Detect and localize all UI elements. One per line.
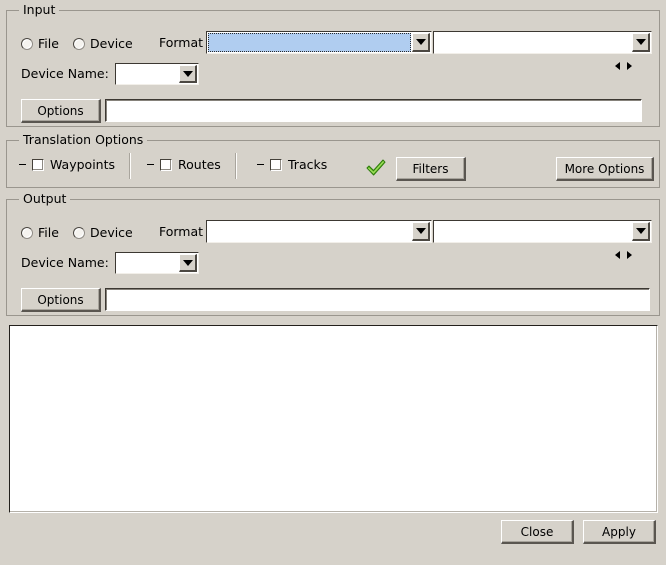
input-radio-file[interactable]: File <box>21 36 59 51</box>
dash-icon <box>147 164 154 165</box>
radio-circle-icon <box>73 38 85 50</box>
apply-button[interactable]: Apply <box>583 520 656 544</box>
input-device-name-combobox[interactable] <box>115 63 199 85</box>
chevron-down-icon[interactable] <box>412 33 430 52</box>
input-format-label: Format <box>159 36 203 50</box>
radio-circle-icon <box>21 38 33 50</box>
input-secondary-combobox[interactable] <box>433 31 652 54</box>
filters-button-label: Filters <box>413 163 449 175</box>
input-spinner[interactable] <box>615 62 632 70</box>
checkbox-routes[interactable]: Routes <box>147 157 221 172</box>
checkbox-tracks-label: Tracks <box>288 157 327 172</box>
output-device-name-combobox[interactable] <box>115 252 199 274</box>
input-format-combobox-value[interactable] <box>208 33 411 52</box>
checkbox-box-icon[interactable] <box>270 159 282 171</box>
triangle-right-icon[interactable] <box>627 251 632 259</box>
output-secondary-combobox-value[interactable] <box>434 221 632 242</box>
close-button-label: Close <box>521 526 554 538</box>
triangle-left-icon[interactable] <box>615 62 620 70</box>
output-radio-device[interactable]: Device <box>73 225 133 240</box>
checkbox-box-icon[interactable] <box>32 159 44 171</box>
output-format-combobox[interactable] <box>206 220 432 243</box>
output-options-button[interactable]: Options <box>21 288 101 312</box>
input-options-button[interactable]: Options <box>21 99 101 123</box>
output-secondary-combobox[interactable] <box>433 220 652 243</box>
input-radio-device-label: Device <box>90 36 133 51</box>
close-button[interactable]: Close <box>501 520 574 544</box>
output-group-title: Output <box>19 192 70 206</box>
translation-options-group: Translation Options Waypoints Routes Tra… <box>6 140 660 188</box>
radio-circle-icon <box>73 227 85 239</box>
more-options-button-label: More Options <box>565 163 645 175</box>
triangle-left-icon[interactable] <box>615 251 620 259</box>
radio-circle-icon <box>21 227 33 239</box>
checkbox-tracks[interactable]: Tracks <box>257 157 327 172</box>
checkbox-waypoints-label: Waypoints <box>50 157 115 172</box>
log-output-pane[interactable] <box>9 325 658 513</box>
separator <box>235 153 237 179</box>
output-device-name-value[interactable] <box>116 253 179 273</box>
input-group-title: Input <box>19 3 59 17</box>
output-format-label: Format <box>159 225 203 239</box>
log-output-text <box>10 326 657 334</box>
dash-icon <box>19 164 26 165</box>
apply-button-label: Apply <box>602 526 636 538</box>
output-options-entry[interactable] <box>105 288 650 311</box>
output-radio-file-label: File <box>38 225 59 240</box>
output-radio-file[interactable]: File <box>21 225 59 240</box>
green-check-icon <box>365 158 387 178</box>
chevron-down-icon[interactable] <box>632 33 650 52</box>
input-options-entry[interactable] <box>105 99 642 122</box>
more-options-button[interactable]: More Options <box>556 157 654 181</box>
chevron-down-icon[interactable] <box>179 65 197 83</box>
input-group: Input File Device Format Device Name: <box>6 10 660 127</box>
output-device-name-label: Device Name: <box>21 256 109 270</box>
input-radio-file-label: File <box>38 36 59 51</box>
input-device-name-label: Device Name: <box>21 67 109 81</box>
translation-options-group-title: Translation Options <box>19 133 147 147</box>
input-radio-device[interactable]: Device <box>73 36 133 51</box>
output-options-button-label: Options <box>37 294 83 306</box>
chevron-down-icon[interactable] <box>412 222 430 241</box>
dash-icon <box>257 164 264 165</box>
checkbox-box-icon[interactable] <box>160 159 172 171</box>
input-format-combobox[interactable] <box>206 31 432 54</box>
input-options-button-label: Options <box>37 105 83 117</box>
checkbox-routes-label: Routes <box>178 157 221 172</box>
output-radio-device-label: Device <box>90 225 133 240</box>
input-device-name-value[interactable] <box>116 64 179 84</box>
checkbox-waypoints[interactable]: Waypoints <box>19 157 115 172</box>
input-secondary-combobox-value[interactable] <box>434 32 632 53</box>
chevron-down-icon[interactable] <box>179 254 197 272</box>
chevron-down-icon[interactable] <box>632 222 650 241</box>
filters-button[interactable]: Filters <box>396 157 466 181</box>
separator <box>129 153 131 179</box>
output-group: Output File Device Format Device Name: O… <box>6 199 660 316</box>
output-format-combobox-value[interactable] <box>207 221 412 242</box>
output-spinner[interactable] <box>615 251 632 259</box>
triangle-right-icon[interactable] <box>627 62 632 70</box>
